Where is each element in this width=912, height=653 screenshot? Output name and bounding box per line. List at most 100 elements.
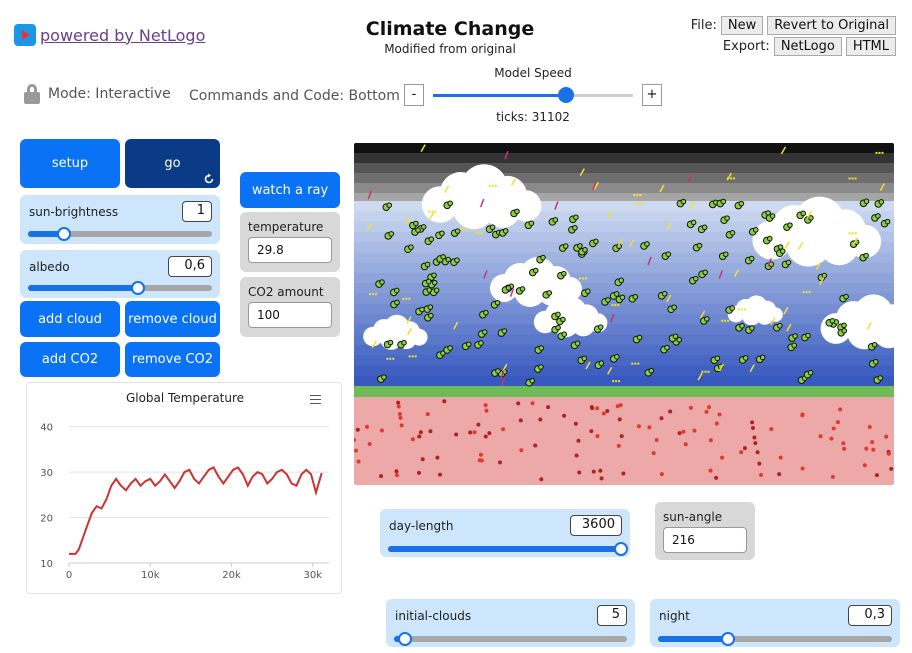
heat-dot bbox=[425, 412, 430, 417]
heat-dot bbox=[533, 443, 538, 448]
mode-label: Mode: Interactive bbox=[48, 86, 171, 102]
day-length-slider[interactable]: day-length 3600 bbox=[380, 509, 630, 557]
export-html-button[interactable]: HTML bbox=[845, 37, 896, 56]
heat-dot bbox=[576, 438, 581, 443]
slider-value-input[interactable]: 0,6 bbox=[168, 256, 212, 277]
temperature-line bbox=[69, 466, 323, 555]
slider-value-input[interactable]: 0,3 bbox=[848, 605, 892, 626]
file-row: File: New Revert to Original bbox=[691, 16, 896, 35]
heat-dot bbox=[483, 434, 488, 439]
atmosphere-band bbox=[354, 143, 894, 153]
plot-canvas: 40 30 20 10 0 10k 20k 30k bbox=[40, 423, 329, 581]
export-label: Export: bbox=[722, 39, 770, 54]
remove-co2-button[interactable]: remove CO2 bbox=[125, 342, 220, 377]
slider-track[interactable] bbox=[388, 546, 622, 552]
slider-track[interactable] bbox=[28, 285, 212, 291]
heat-dot bbox=[692, 428, 697, 433]
heat-dot bbox=[714, 475, 719, 480]
commands-position-label[interactable]: Commands and Code: Bottom bbox=[189, 88, 400, 104]
slider-track[interactable] bbox=[658, 636, 892, 642]
heat-dot bbox=[396, 400, 401, 405]
add-co2-button[interactable]: add CO2 bbox=[20, 342, 120, 377]
heat-dot bbox=[830, 474, 835, 479]
mode-toggle[interactable]: Mode: Interactive bbox=[24, 84, 171, 104]
sun-brightness-slider[interactable]: sun-brightness 1 bbox=[20, 195, 220, 244]
slider-track[interactable] bbox=[28, 231, 212, 237]
albedo-slider[interactable]: albedo 0,6 bbox=[20, 250, 220, 298]
heat-dot bbox=[841, 441, 846, 446]
heat-dot bbox=[717, 412, 722, 417]
co2-monitor: CO2 amount 100 bbox=[240, 277, 340, 337]
slider-thumb[interactable] bbox=[721, 632, 735, 646]
go-label: go bbox=[164, 156, 181, 171]
speed-slider-track[interactable] bbox=[433, 94, 633, 97]
netlogo-link-text[interactable]: powered by NetLogo bbox=[40, 26, 205, 45]
world-view[interactable] bbox=[354, 143, 894, 485]
speed-plus-button[interactable]: + bbox=[642, 84, 662, 106]
add-cloud-button[interactable]: add cloud bbox=[20, 301, 120, 337]
remove-cloud-button[interactable]: remove cloud bbox=[125, 301, 220, 337]
speed-slider-thumb[interactable] bbox=[558, 87, 574, 103]
slider-value-input[interactable]: 5 bbox=[597, 605, 627, 626]
world-canvas[interactable] bbox=[354, 143, 894, 485]
heat-dot bbox=[757, 461, 762, 466]
x-tick-label: 20k bbox=[222, 570, 241, 581]
slider-track[interactable] bbox=[394, 636, 627, 642]
atmosphere-band bbox=[354, 173, 894, 183]
watch-ray-button[interactable]: watch a ray bbox=[240, 172, 340, 208]
ground-strip bbox=[354, 386, 894, 397]
initial-clouds-slider[interactable]: initial-clouds 5 bbox=[386, 599, 635, 647]
slider-thumb[interactable] bbox=[57, 227, 71, 241]
heat-dot bbox=[518, 418, 523, 423]
heat-dot bbox=[501, 427, 506, 432]
model-speed-label: Model Speed bbox=[494, 66, 572, 80]
global-temperature-plot: Global Temperature 40 30 20 10 0 10k 20k 30k bbox=[26, 382, 342, 594]
heat-dot bbox=[397, 412, 402, 417]
heat-dot bbox=[516, 401, 521, 406]
heat-dot bbox=[617, 417, 622, 422]
heat-dot bbox=[574, 453, 579, 458]
slider-thumb[interactable] bbox=[614, 542, 628, 556]
slider-label: initial-clouds bbox=[395, 609, 472, 623]
revert-button[interactable]: Revert to Original bbox=[767, 16, 896, 35]
monitor-value: 100 bbox=[248, 302, 332, 328]
sky-band bbox=[354, 314, 894, 326]
heat-dot bbox=[599, 476, 604, 481]
sky-band bbox=[354, 303, 894, 316]
export-netlogo-button[interactable]: NetLogo bbox=[773, 37, 842, 56]
heat-dot bbox=[598, 468, 603, 473]
heat-dot bbox=[800, 413, 805, 418]
heat-dot bbox=[478, 452, 483, 457]
heat-dot bbox=[636, 424, 641, 429]
slider-thumb[interactable] bbox=[131, 281, 145, 295]
heat-dot bbox=[681, 429, 686, 434]
heat-dot bbox=[874, 473, 879, 478]
heat-dot bbox=[818, 434, 823, 439]
go-button[interactable]: go bbox=[125, 139, 220, 188]
heat-dot bbox=[483, 403, 488, 408]
slider-fill bbox=[658, 636, 729, 642]
heat-dot bbox=[435, 455, 440, 460]
heat-dot bbox=[753, 441, 758, 446]
heat-dot bbox=[778, 455, 783, 460]
heat-dot bbox=[589, 405, 594, 410]
heat-dot bbox=[394, 469, 399, 474]
slider-value-input[interactable]: 1 bbox=[182, 201, 212, 222]
speed-minus-button[interactable]: - bbox=[404, 84, 424, 106]
slider-label: day-length bbox=[389, 519, 454, 533]
slider-value-input[interactable]: 3600 bbox=[570, 515, 622, 536]
heat-dot bbox=[668, 409, 673, 414]
heat-dot bbox=[484, 408, 489, 413]
netlogo-logo-link[interactable]: powered by NetLogo bbox=[14, 24, 205, 46]
slider-fill bbox=[388, 546, 622, 552]
lock-icon[interactable] bbox=[24, 84, 40, 104]
slider-thumb[interactable] bbox=[398, 632, 412, 646]
heat-dot bbox=[867, 424, 872, 429]
heat-dot bbox=[420, 457, 425, 462]
heat-dot bbox=[605, 409, 610, 414]
heat-dot bbox=[454, 432, 459, 437]
new-button[interactable]: New bbox=[720, 16, 764, 35]
night-slider[interactable]: night 0,3 bbox=[650, 599, 900, 647]
setup-button[interactable]: setup bbox=[20, 139, 120, 188]
file-label: File: bbox=[690, 18, 717, 33]
